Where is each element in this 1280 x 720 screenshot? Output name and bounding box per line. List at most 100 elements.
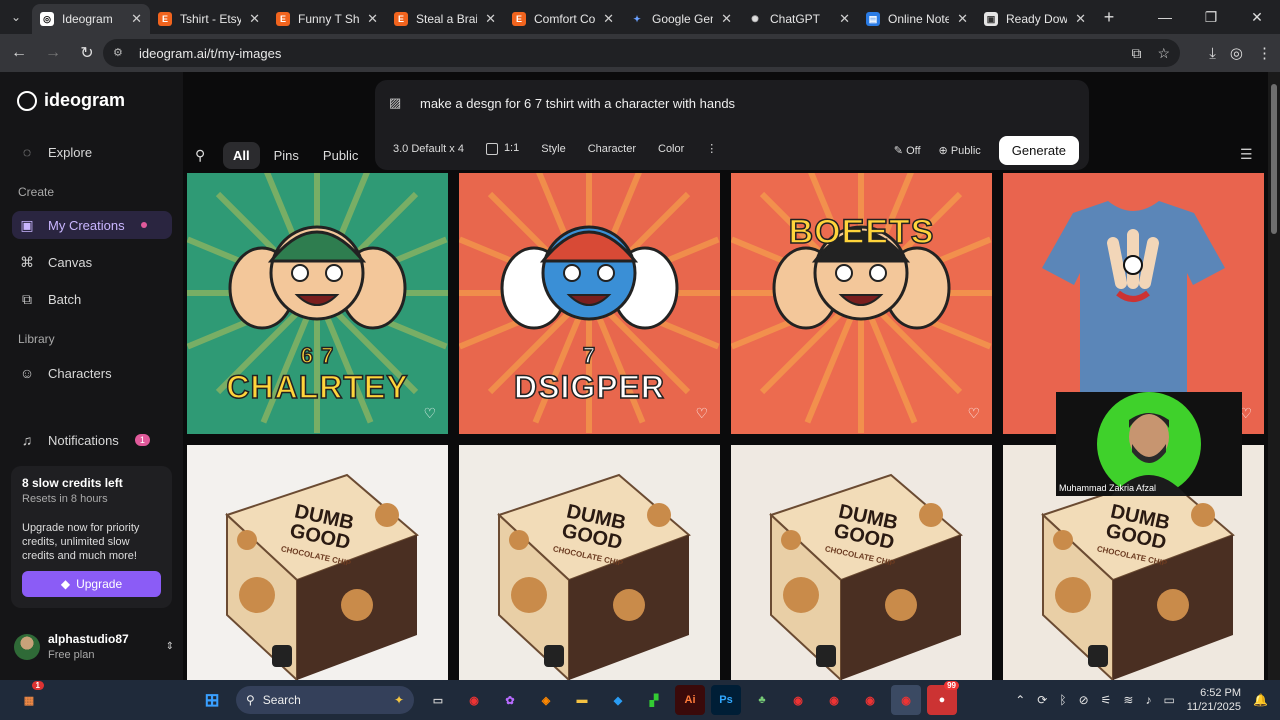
address-bar[interactable]: ⚙ ideogram.ai/t/my-images ⧉ ☆ (103, 39, 1180, 67)
bluetooth-icon[interactable]: ᛒ (1059, 693, 1066, 707)
filter-pins[interactable]: Pins (264, 142, 309, 169)
image-card[interactable]: 6 7 CHALRTEY ♡ (187, 173, 448, 434)
close-tab-icon[interactable]: ✕ (839, 11, 850, 27)
photoshop-icon[interactable]: Ps (711, 685, 741, 715)
sidebar-item-explore[interactable]: ◌ Explore (12, 138, 172, 166)
recording-app-icon[interactable]: ● 99 (927, 681, 959, 715)
blender-icon[interactable]: ◈ (531, 685, 561, 715)
chrome-profile-2-icon[interactable]: ◉ (819, 685, 849, 715)
reload-icon[interactable]: ↻ (72, 38, 102, 68)
favorite-heart-icon[interactable]: ♡ (695, 405, 708, 422)
app-icon[interactable]: ◆ (603, 685, 633, 715)
wifi-icon[interactable]: ≋ (1123, 693, 1133, 707)
search-icon[interactable]: ⚲ (195, 147, 213, 164)
back-icon[interactable]: ← (4, 38, 34, 68)
taskbar-search[interactable]: ⚲ Search ✦ (236, 686, 414, 714)
image-card[interactable]: 7 DSIGPER ♡ (459, 173, 720, 434)
sheets-icon[interactable]: ▞ (639, 685, 669, 715)
browser-tab[interactable]: ✺ ChatGPT ✕ (740, 4, 858, 34)
sidebar-item-batch[interactable]: ⧉ Batch (12, 285, 172, 313)
browser-tab[interactable]: ▤ Online Notep ✕ (858, 4, 976, 34)
close-tab-icon[interactable]: ✕ (249, 11, 260, 27)
magic-prompt-toggle[interactable]: ✎ Off (894, 144, 921, 157)
style-selector[interactable]: Style (541, 143, 565, 155)
chrome-profile-1-icon[interactable]: ◉ (783, 685, 813, 715)
visibility-toggle[interactable]: ⊕ Public (939, 144, 981, 157)
sidebar-item-characters[interactable]: ☺ Characters (12, 359, 172, 387)
chrome-icon[interactable]: ◉ (459, 685, 489, 715)
sidebar-item-my-creations[interactable]: ▣ My Creations (12, 211, 172, 239)
avatar (14, 633, 40, 660)
color-selector[interactable]: Color (658, 143, 684, 155)
file-explorer-icon[interactable]: ▬ (567, 685, 597, 715)
character-selector[interactable]: Character (588, 143, 636, 155)
battery-icon[interactable]: ▭ (1163, 693, 1174, 707)
prompt-input[interactable]: make a desgn for 6 7 tshirt with a chara… (420, 96, 735, 111)
filter-all[interactable]: All (223, 142, 260, 169)
close-tab-icon[interactable]: ✕ (957, 11, 968, 27)
close-tab-icon[interactable]: ✕ (721, 11, 732, 27)
image-card[interactable]: DUMB GOOD CHOCOLATE CHIP (731, 445, 992, 706)
clock[interactable]: 6:52 PM 11/21/2025 (1187, 686, 1241, 714)
sync-icon[interactable]: ⟳ (1037, 693, 1047, 707)
mute-icon[interactable]: ⊘ (1079, 693, 1089, 707)
chrome-profile-3-icon[interactable]: ◉ (855, 685, 885, 715)
favorite-heart-icon[interactable]: ♡ (423, 405, 436, 422)
bookmark-star-icon[interactable]: ☆ (1157, 45, 1170, 62)
browser-tab[interactable]: ✦ Google Gemi ✕ (622, 4, 740, 34)
browser-tab[interactable]: ▣ Ready Down ✕ (976, 4, 1094, 34)
page-scrollbar[interactable] (1268, 72, 1280, 680)
chrome-active-icon[interactable]: ◉ (891, 685, 921, 715)
browser-menu-icon[interactable]: ⋮ (1257, 44, 1272, 62)
close-tab-icon[interactable]: ✕ (485, 11, 496, 27)
tray-overflow-icon[interactable]: ⌃ (1015, 693, 1025, 707)
profile-icon[interactable]: ◎ (1230, 44, 1243, 62)
ideogram-logo[interactable]: ideogram (17, 90, 125, 111)
illustrator-icon[interactable]: Ai (675, 685, 705, 715)
tab-search-icon[interactable]: ⌄ (0, 0, 32, 34)
sidebar-item-canvas[interactable]: ⌘ Canvas (12, 248, 172, 276)
new-tab-button[interactable]: + (1094, 7, 1124, 28)
user-menu[interactable]: alphastudio87 Free plan ⇕ (14, 632, 174, 661)
upgrade-button[interactable]: ◆ Upgrade (22, 571, 161, 597)
volume-icon[interactable]: ♪ (1145, 693, 1151, 707)
browser-tab[interactable]: E Funny T Shirt ✕ (268, 4, 386, 34)
task-view-icon[interactable]: ▭ (423, 685, 453, 715)
browser-tab[interactable]: E Comfort Colo ✕ (504, 4, 622, 34)
minimize-icon[interactable]: — (1142, 0, 1188, 34)
image-upload-icon[interactable]: ▨ (389, 95, 401, 111)
site-info-icon[interactable]: ⚙ (113, 46, 127, 60)
close-window-icon[interactable]: ✕ (1234, 0, 1280, 34)
forward-icon[interactable]: → (38, 38, 68, 68)
windows-start-icon[interactable]: ⊞ (197, 685, 227, 715)
browser-tab[interactable]: E Tshirt - Etsy S ✕ (150, 4, 268, 34)
close-tab-icon[interactable]: ✕ (131, 11, 142, 27)
image-card[interactable]: BOEETS ♡ (731, 173, 992, 434)
network-icon[interactable]: ⚟ (1101, 693, 1112, 707)
aspect-ratio-selector[interactable]: 1:1 (485, 142, 519, 155)
downloads-icon[interactable]: ⤓ (1209, 45, 1216, 62)
filter-public[interactable]: Public (313, 142, 368, 169)
image-card[interactable]: DUMB GOOD CHOCOLATE CHIP (459, 445, 720, 706)
image-card[interactable]: DUMB GOOD CHOCOLATE CHIP (187, 445, 448, 706)
close-tab-icon[interactable]: ✕ (1075, 11, 1086, 27)
app2-icon[interactable]: ♣ (747, 685, 777, 715)
generate-button[interactable]: Generate (998, 136, 1079, 165)
scrollbar-thumb[interactable] (1271, 84, 1277, 234)
sidebar-item-notifications[interactable]: ♫ Notifications 1 (12, 426, 172, 454)
notification-center-icon[interactable]: 🔔 (1253, 693, 1268, 707)
sidebar-item-label: Notifications (48, 432, 119, 448)
browser-tab[interactable]: E Steal a Brainr ✕ (386, 4, 504, 34)
widgets-icon[interactable]: ▦ 1 (14, 681, 44, 715)
install-app-icon[interactable]: ⧉ (1131, 45, 1141, 62)
copilot-icon[interactable]: ✿ (495, 685, 525, 715)
model-selector[interactable]: 3.0 Default x 4 (393, 143, 464, 155)
more-options-icon[interactable]: ⋮ (706, 142, 717, 155)
design-title-text: DSIGPER (513, 368, 666, 406)
close-tab-icon[interactable]: ✕ (603, 11, 614, 27)
maximize-icon[interactable]: ❐ (1188, 0, 1234, 34)
settings-sliders-icon[interactable]: ☰ (1240, 146, 1253, 163)
browser-tab[interactable]: ◎ Ideogram ✕ (32, 4, 150, 34)
close-tab-icon[interactable]: ✕ (367, 11, 378, 27)
favorite-heart-icon[interactable]: ♡ (967, 405, 980, 422)
